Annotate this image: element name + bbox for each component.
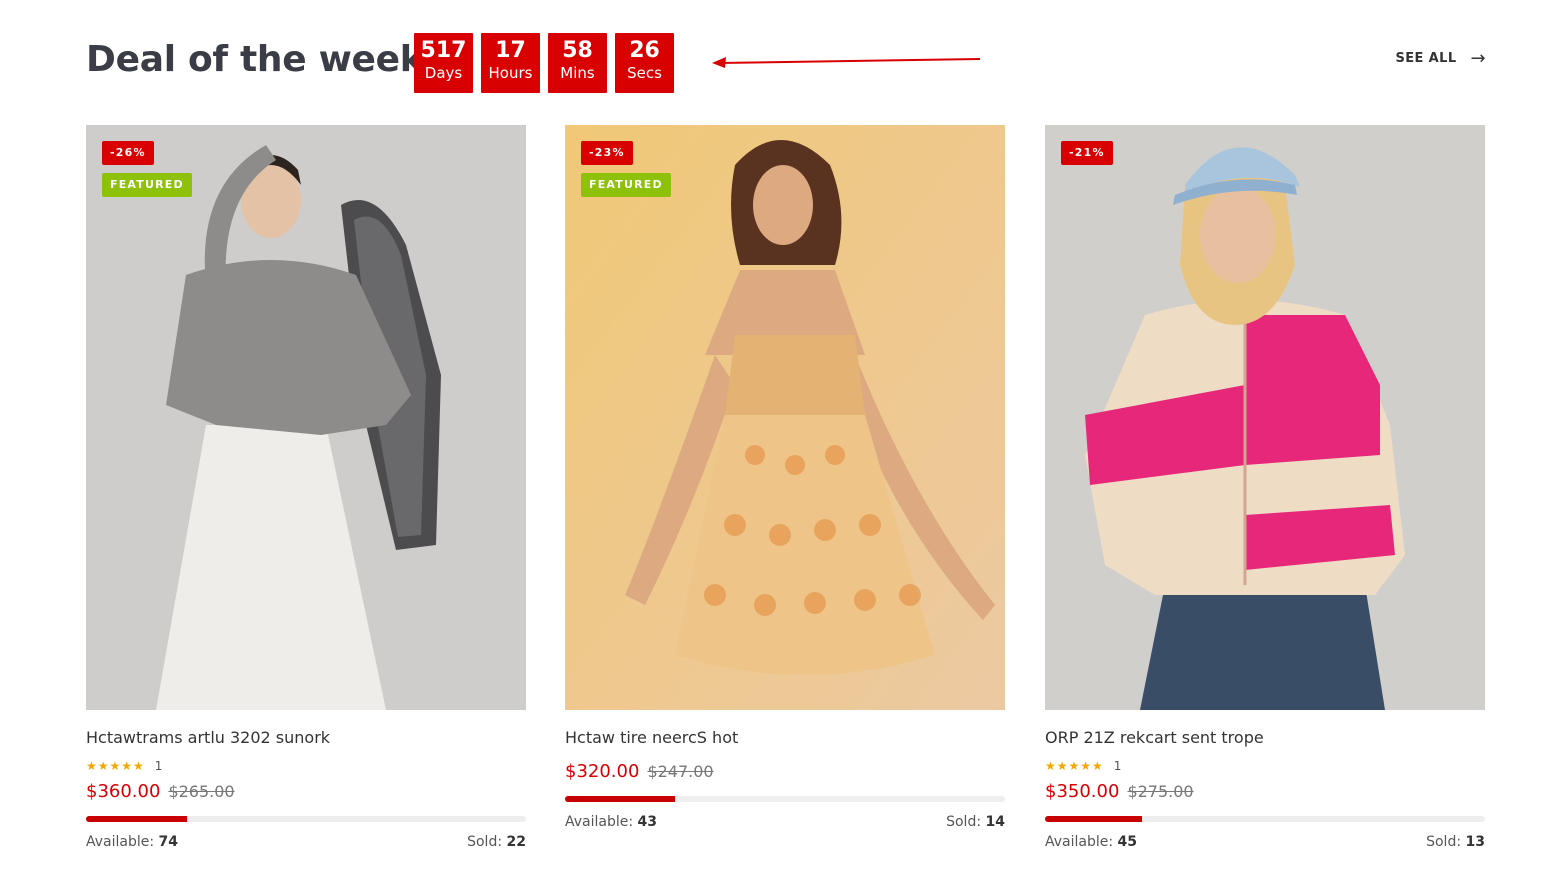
product-prices: $350.00 $275.00 bbox=[1045, 781, 1485, 802]
countdown-mins: 58 Mins bbox=[548, 33, 607, 93]
countdown-days: 517 Days bbox=[414, 33, 473, 93]
countdown-secs-value: 26 bbox=[629, 38, 660, 63]
available-count: 43 bbox=[637, 814, 658, 830]
stock-progress-bar bbox=[86, 816, 526, 822]
sold-count: 13 bbox=[1465, 834, 1485, 850]
stock-info: Available: 74 Sold: 22 bbox=[86, 834, 526, 850]
available-info: Available: 43 bbox=[565, 814, 657, 830]
product-rating: ★★★★★ 1 bbox=[86, 759, 526, 773]
countdown-mins-label: Mins bbox=[560, 64, 595, 82]
see-all-label: SEE ALL bbox=[1395, 51, 1457, 66]
original-price: $265.00 bbox=[168, 782, 235, 801]
discount-badge: -21% bbox=[1061, 141, 1113, 165]
discount-badge: -26% bbox=[102, 141, 154, 165]
stock-progress-fill bbox=[1045, 816, 1142, 822]
see-all-link[interactable]: SEE ALL → bbox=[1395, 47, 1486, 69]
product-image[interactable]: -21% bbox=[1045, 125, 1485, 710]
sold-info: Sold: 13 bbox=[1426, 834, 1485, 850]
product-prices: $320.00 $247.00 bbox=[565, 761, 1005, 782]
available-label: Available: bbox=[1045, 834, 1114, 850]
countdown-mins-value: 58 bbox=[562, 38, 593, 63]
available-label: Available: bbox=[565, 814, 634, 830]
product-name[interactable]: Hctaw tire neercS hot bbox=[565, 728, 1005, 747]
countdown-hours-label: Hours bbox=[488, 64, 533, 82]
countdown-secs: 26 Secs bbox=[615, 33, 674, 93]
product-name[interactable]: Hctawtrams artlu 3202 sunork bbox=[86, 728, 526, 747]
rating-count: 1 bbox=[154, 759, 163, 773]
product-name[interactable]: ORP 21Z rekcart sent trope bbox=[1045, 728, 1485, 747]
sold-info: Sold: 22 bbox=[467, 834, 526, 850]
original-price: $247.00 bbox=[647, 762, 714, 781]
product-card[interactable]: -21% ORP 21Z rekcart sent trope ★★★★★ 1 … bbox=[1045, 125, 1485, 850]
discount-badge: -23% bbox=[581, 141, 633, 165]
sale-price: $320.00 bbox=[565, 761, 640, 782]
available-label: Available: bbox=[86, 834, 155, 850]
stock-info: Available: 43 Sold: 14 bbox=[565, 814, 1005, 830]
sale-price: $350.00 bbox=[1045, 781, 1120, 802]
available-info: Available: 74 bbox=[86, 834, 178, 850]
sale-price: $360.00 bbox=[86, 781, 161, 802]
stock-progress-fill bbox=[86, 816, 188, 822]
stock-progress-fill bbox=[565, 796, 675, 802]
stock-info: Available: 45 Sold: 13 bbox=[1045, 834, 1485, 850]
countdown-secs-label: Secs bbox=[627, 64, 662, 82]
sold-label: Sold: bbox=[1426, 834, 1462, 850]
product-card[interactable]: -23% FEATURED Hctaw tire neercS hot $320… bbox=[565, 125, 1005, 830]
arrow-right-icon: → bbox=[1470, 47, 1486, 69]
sold-count: 14 bbox=[985, 814, 1005, 830]
annotation-arrow-icon bbox=[712, 57, 981, 68]
original-price: $275.00 bbox=[1127, 782, 1194, 801]
product-image[interactable]: -26% FEATURED bbox=[86, 125, 526, 710]
available-info: Available: 45 bbox=[1045, 834, 1137, 850]
countdown-days-label: Days bbox=[424, 64, 463, 82]
product-prices: $360.00 $265.00 bbox=[86, 781, 526, 802]
available-count: 74 bbox=[158, 834, 179, 850]
section-title: Deal of the week bbox=[86, 39, 424, 80]
deal-header: Deal of the week 517 Days 17 Hours 58 Mi… bbox=[86, 33, 1486, 93]
sold-label: Sold: bbox=[467, 834, 503, 850]
countdown-days-value: 517 bbox=[420, 38, 467, 63]
available-count: 45 bbox=[1117, 834, 1138, 850]
countdown-hours: 17 Hours bbox=[481, 33, 540, 93]
star-rating-icon: ★★★★★ bbox=[1045, 759, 1104, 773]
rating-count: 1 bbox=[1113, 759, 1122, 773]
countdown-hours-value: 17 bbox=[495, 38, 526, 63]
sold-info: Sold: 14 bbox=[946, 814, 1005, 830]
sold-count: 22 bbox=[506, 834, 526, 850]
countdown-timer: 517 Days 17 Hours 58 Mins 26 Secs bbox=[414, 33, 674, 93]
featured-badge: FEATURED bbox=[581, 173, 671, 197]
stock-progress-bar bbox=[1045, 816, 1485, 822]
sold-label: Sold: bbox=[946, 814, 982, 830]
stock-progress-bar bbox=[565, 796, 1005, 802]
product-rating: ★★★★★ 1 bbox=[1045, 759, 1485, 773]
product-image[interactable]: -23% FEATURED bbox=[565, 125, 1005, 710]
featured-badge: FEATURED bbox=[102, 173, 192, 197]
product-card[interactable]: -26% FEATURED Hctawtrams artlu 3202 suno… bbox=[86, 125, 526, 850]
star-rating-icon: ★★★★★ bbox=[86, 759, 145, 773]
